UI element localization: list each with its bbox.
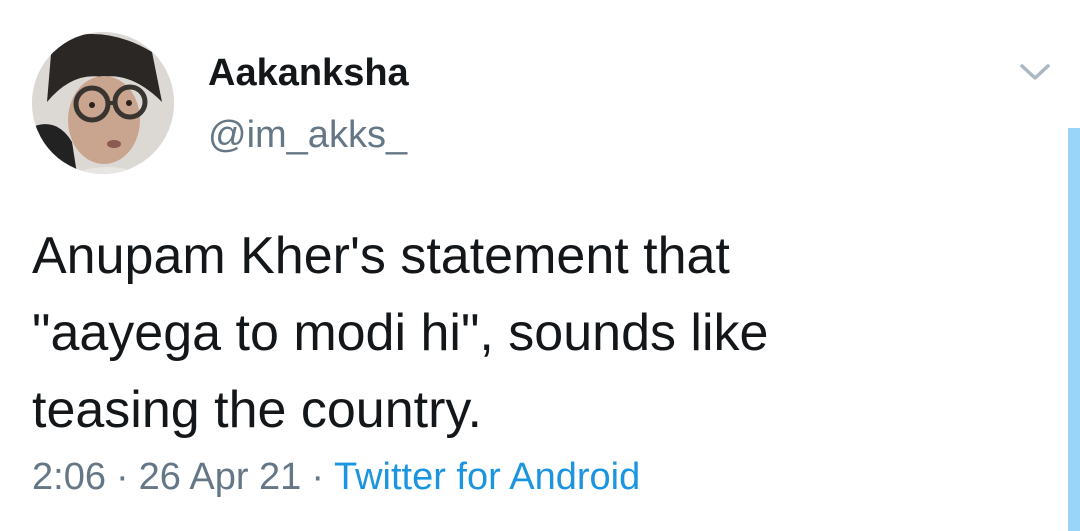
author-handle[interactable]: @im_akks_ bbox=[208, 114, 407, 157]
chevron-down-icon[interactable] bbox=[1014, 56, 1056, 86]
tweet-text-line: Anupam Kher's statement that bbox=[32, 227, 730, 285]
tweet-source-link[interactable]: Twitter for Android bbox=[334, 456, 640, 498]
separator: · bbox=[115, 456, 129, 498]
tweet-text-line: "aayega to modi hi", sounds like bbox=[32, 304, 769, 362]
separator: · bbox=[311, 456, 324, 498]
scrollbar[interactable] bbox=[1068, 128, 1080, 531]
tweet-date[interactable]: 26 Apr 21 bbox=[139, 456, 302, 498]
tweet-metadata: 2:06 · 26 Apr 21 · Twitter for Android bbox=[32, 456, 640, 499]
avatar[interactable] bbox=[32, 32, 174, 174]
avatar-photo bbox=[32, 32, 174, 174]
tweet-text-line: teasing the country. bbox=[32, 381, 482, 439]
tweet-time[interactable]: 2:06 bbox=[32, 456, 106, 498]
author-display-name[interactable]: Aakanksha bbox=[208, 52, 409, 95]
tweet-text: Anupam Kher's statement that "aayega to … bbox=[32, 218, 1032, 449]
